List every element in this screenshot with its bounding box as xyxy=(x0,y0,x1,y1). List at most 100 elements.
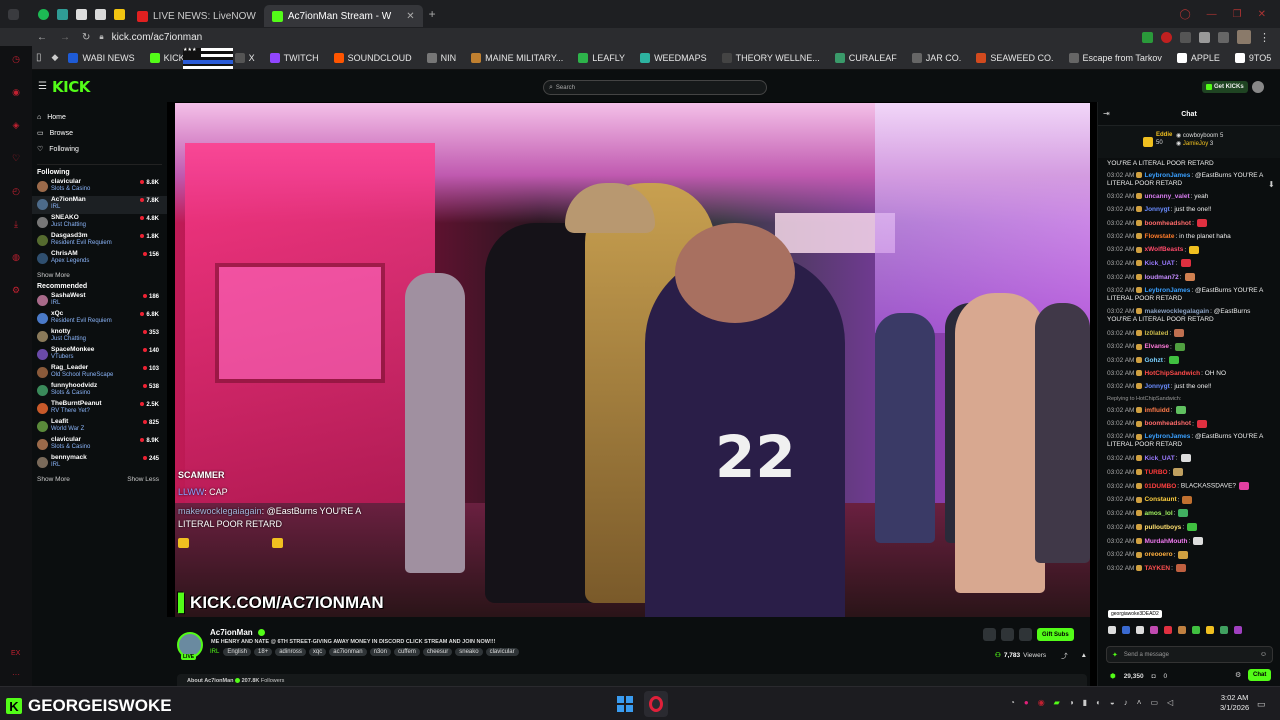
gift-subs-button[interactable]: Gift Subs xyxy=(1037,628,1074,641)
bookmark-item[interactable]: WABI NEWS xyxy=(68,52,135,63)
reload-icon[interactable]: ↻ xyxy=(82,32,90,43)
search-input[interactable]: ⌕ Search xyxy=(543,80,767,95)
tray-icon[interactable]: ◐ xyxy=(1096,698,1101,707)
chat-username[interactable]: Elvanse xyxy=(1144,343,1169,350)
sidebar-more-icon[interactable]: ··· xyxy=(12,670,20,679)
chat-username[interactable]: LeybronJames xyxy=(1144,287,1190,294)
clip-button[interactable] xyxy=(1019,628,1032,641)
profile-avatar[interactable] xyxy=(1237,30,1251,44)
start-button[interactable] xyxy=(617,696,633,712)
streamer-name[interactable]: Ac7ionMan xyxy=(210,628,265,637)
minimize-icon[interactable]: — xyxy=(1207,9,1217,20)
emote-icon[interactable] xyxy=(1164,626,1172,634)
bookmark-star-icon[interactable]: ◆ xyxy=(52,52,59,63)
follow-button[interactable] xyxy=(1001,628,1014,641)
show-more-following[interactable]: Show More xyxy=(37,272,167,279)
nvidia-tray-icon[interactable]: ▰ xyxy=(1054,698,1060,707)
chat-username[interactable]: LeybronJames xyxy=(1144,172,1190,179)
opera-gx-taskbar-icon[interactable] xyxy=(644,691,668,717)
network-icon[interactable]: ▭ xyxy=(1150,698,1158,707)
emote-icon[interactable] xyxy=(1150,626,1158,634)
chat-username[interactable]: TURBO xyxy=(1144,469,1167,476)
bookmark-item[interactable]: Escape from Tarkov xyxy=(1068,52,1162,63)
extension-green-icon[interactable] xyxy=(1142,31,1153,43)
sidebar-clock-icon[interactable]: ◴ xyxy=(12,186,20,197)
emote-icon[interactable] xyxy=(1206,626,1214,634)
channel-item[interactable]: knotty Just Chatting 353 xyxy=(32,328,167,346)
bookmark-item[interactable]: THEORY WELLNE... xyxy=(721,52,820,63)
emote-icon[interactable] xyxy=(1220,626,1228,634)
nav-home[interactable]: ⌂ Home xyxy=(32,109,167,125)
channel-item[interactable]: Dasgasd3m Resident Evil Requiem 1.8K xyxy=(32,232,167,250)
more-options-icon[interactable]: ▲ xyxy=(1081,652,1087,659)
kick-tab-icon[interactable] xyxy=(57,8,68,20)
share-icon[interactable]: ⤴ xyxy=(1061,650,1068,660)
chat-username[interactable]: xWolfBeasts xyxy=(1144,246,1183,253)
chat-username[interactable]: pulloutboys xyxy=(1144,524,1181,531)
channel-item[interactable]: clavicular Slots & Casino 8.9K xyxy=(32,436,167,454)
bookmark-item[interactable]: SOUNDCLOUD xyxy=(333,52,412,63)
bookmark-item[interactable]: NIN xyxy=(426,52,456,63)
bookmark-item[interactable]: JAR CO. xyxy=(911,52,961,63)
chat-username[interactable]: Jonnygt xyxy=(1144,383,1169,390)
discord-tray-icon[interactable]: ◔ xyxy=(1010,698,1015,707)
stream-tag[interactable]: clavicular xyxy=(485,648,519,656)
channel-item[interactable]: clavicular Slots & Casino 8.8K xyxy=(32,178,167,196)
clock[interactable]: 3:02 AM 3/1/2026 xyxy=(1220,693,1249,713)
maximize-icon[interactable]: ❐ xyxy=(1233,9,1242,20)
chat-username[interactable]: oreooero xyxy=(1144,551,1172,558)
tray-icon[interactable]: ▮ xyxy=(1083,698,1087,707)
chat-username[interactable]: Jonnygt xyxy=(1144,206,1169,213)
sidebar-chat-icon[interactable]: ◍ xyxy=(12,252,20,263)
search-tabs-icon[interactable]: ◯ xyxy=(1179,9,1190,20)
sidebar-heart-icon[interactable]: ♡ xyxy=(12,153,20,164)
emote-icon[interactable] xyxy=(1178,626,1186,634)
reading-list-icon[interactable]: ▯ xyxy=(36,52,42,63)
steam-tray-icon[interactable]: ◑ xyxy=(1069,698,1074,707)
app-tab-icon[interactable] xyxy=(76,8,87,20)
stream-tag[interactable]: n3on xyxy=(369,648,391,656)
forward-icon[interactable]: → xyxy=(60,32,70,43)
channel-item[interactable]: funnyhoodvidz Slots & Casino 538 xyxy=(32,382,167,400)
sidebar-history-icon[interactable]: ◷ xyxy=(12,54,20,65)
extension-red-icon[interactable] xyxy=(1161,31,1172,43)
bookmark-item[interactable]: APPLE xyxy=(1176,52,1220,63)
channel-item[interactable]: ChrisAM Apex Legends 156 xyxy=(32,250,167,268)
stream-tag[interactable]: 18+ xyxy=(254,648,273,656)
tab-ac7ionman[interactable]: Ac7ionMan Stream - W ✕ xyxy=(263,5,423,27)
chat-username[interactable]: HotChipSandwich xyxy=(1144,370,1200,377)
nav-following[interactable]: ♡ Following xyxy=(32,141,167,157)
channel-item[interactable]: SNEAKO Just Chatting 4.8K xyxy=(32,214,167,232)
chat-settings-icon[interactable]: ⚙ xyxy=(1235,671,1241,679)
sidebar-vk-icon[interactable]: ◈ xyxy=(13,120,20,131)
bookmark-item[interactable]: SEAWEED CO. xyxy=(976,52,1054,63)
chat-input[interactable]: ✦ Send a message ☺ xyxy=(1106,646,1273,663)
notifications-icon[interactable]: ▭ xyxy=(1257,699,1266,710)
nav-browse[interactable]: ▭ Browse xyxy=(32,125,167,141)
url-field[interactable]: kick.com/ac7ionman xyxy=(112,32,203,43)
get-kicks-button[interactable]: Get KICKs xyxy=(1202,81,1248,93)
extension-box-icon[interactable] xyxy=(1180,31,1191,43)
bookmark-item[interactable]: 9TO5 xyxy=(1234,52,1271,63)
stream-tag[interactable]: adinross xyxy=(275,648,306,656)
channel-item[interactable]: Ac7ionMan IRL 7.8K xyxy=(32,196,167,214)
emote-icon[interactable] xyxy=(1136,626,1144,634)
chat-username[interactable]: Kick_UAT xyxy=(1144,260,1174,267)
stream-tag[interactable]: English xyxy=(223,648,252,656)
app-tray-icon[interactable]: ● xyxy=(1024,698,1029,707)
chat-username[interactable]: loudman72 xyxy=(1144,274,1178,281)
stream-tag[interactable]: xqc xyxy=(308,648,327,656)
chat-username[interactable]: uncanny_valet xyxy=(1144,193,1189,200)
bookmark-item[interactable]: KICK xyxy=(149,52,185,63)
close-window-icon[interactable]: ✕ xyxy=(1258,9,1266,20)
bookmark-item[interactable]: WEEDMAPS xyxy=(640,52,707,63)
stream-tag[interactable]: sneako xyxy=(455,648,483,656)
mic-tray-icon[interactable]: ♪ xyxy=(1124,698,1128,707)
channel-item[interactable]: SpaceMonkee VTubers 140 xyxy=(32,346,167,364)
bookmark-item[interactable]: TWITCH xyxy=(269,52,319,63)
chat-username[interactable]: Constaunt xyxy=(1144,496,1176,503)
chat-username[interactable]: amos_lol xyxy=(1144,510,1172,517)
new-tab-icon[interactable]: + xyxy=(429,7,436,21)
bookmark-item[interactable]: CURALEAF xyxy=(834,52,897,63)
chat-username[interactable]: MurdahMouth xyxy=(1144,538,1187,545)
